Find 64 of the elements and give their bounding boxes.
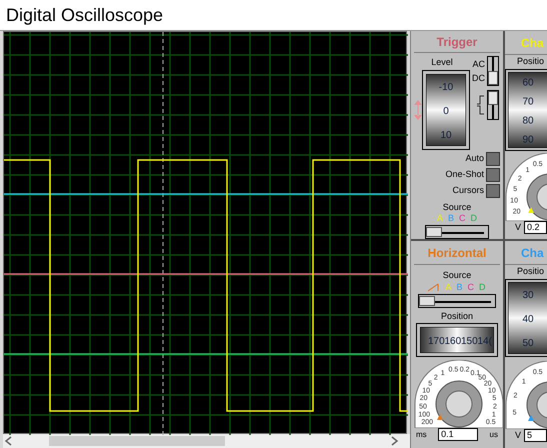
source-letter: D [479, 282, 486, 292]
source-label: Source [442, 269, 472, 282]
source-label: Source [442, 200, 472, 214]
scale-label: 14( [478, 336, 492, 347]
position-drum[interactable]: 60 70 80 90 [508, 72, 547, 148]
unit-label: V [515, 428, 522, 442]
position-label: Positio [516, 265, 546, 278]
panel-title: Horizontal [428, 244, 486, 262]
scale-label: 150 [461, 336, 478, 347]
coupling-label: DC [472, 72, 485, 85]
scale-label: 70 [522, 96, 534, 107]
source-slider[interactable] [425, 225, 489, 239]
up-down-arrow-icon [414, 100, 422, 120]
position-drum[interactable]: 17016015014( [420, 327, 494, 353]
scale-label: 30 [522, 290, 534, 300]
option-label: One-Shot [445, 168, 484, 181]
panel-title: Cha [520, 244, 544, 262]
scale-label: 40 [522, 314, 534, 324]
edge-icon [476, 94, 485, 116]
source-letter: D [470, 214, 478, 223]
source-letter: A [436, 214, 443, 223]
source-slider[interactable] [418, 294, 496, 308]
slider-thumb[interactable] [419, 296, 435, 306]
source-letter: B [456, 282, 463, 292]
switch-position[interactable] [488, 71, 498, 85]
scrollbar-thumb[interactable] [49, 436, 225, 446]
scale-label: 80 [522, 115, 534, 126]
scale-label: 170 [428, 336, 445, 347]
slider-thumb[interactable] [426, 227, 442, 237]
ramp-icon [428, 282, 440, 292]
option-label: Cursors [452, 184, 484, 197]
toggle-button[interactable] [486, 152, 500, 166]
coupling-label: AC [472, 58, 485, 71]
position-label: Position [440, 310, 474, 322]
source-letter: C [468, 282, 474, 292]
source-letter: A [445, 282, 452, 292]
value-field[interactable]: 0.2 [524, 220, 547, 234]
source-letter: C [459, 214, 466, 223]
edge-switch[interactable] [487, 90, 499, 120]
level-label: Level [431, 56, 453, 69]
panel-title: Trigger [436, 34, 478, 50]
source-letter: B [448, 214, 454, 223]
unit-label: ms [416, 428, 427, 440]
position-drum[interactable]: 30 40 50 [508, 282, 547, 354]
coupling-switch[interactable] [487, 56, 499, 86]
position-drum[interactable]: -10 0 10 [426, 74, 466, 146]
scale-label: 160 [444, 336, 462, 347]
scale-label: -10 [438, 82, 454, 92]
value-field[interactable]: 0.1 [438, 428, 478, 441]
scale-label: 50 [522, 338, 534, 348]
scale-label: 0 [443, 106, 449, 116]
scrollbar[interactable] [3, 434, 410, 448]
unit-label: V [515, 220, 522, 234]
option-label: Auto [465, 152, 484, 165]
toggle-button[interactable] [486, 184, 500, 198]
scale-label: 10 [440, 130, 452, 140]
window-title: Digital Oscilloscope [6, 4, 164, 27]
position-label: Positio [516, 55, 546, 68]
panel-title: Cha [520, 34, 544, 52]
toggle-button[interactable] [486, 168, 500, 182]
scale-label: 90 [522, 134, 534, 145]
unit-label: us [490, 428, 498, 440]
value-field[interactable]: 5 [524, 428, 547, 442]
scale-label: 60 [522, 77, 534, 88]
